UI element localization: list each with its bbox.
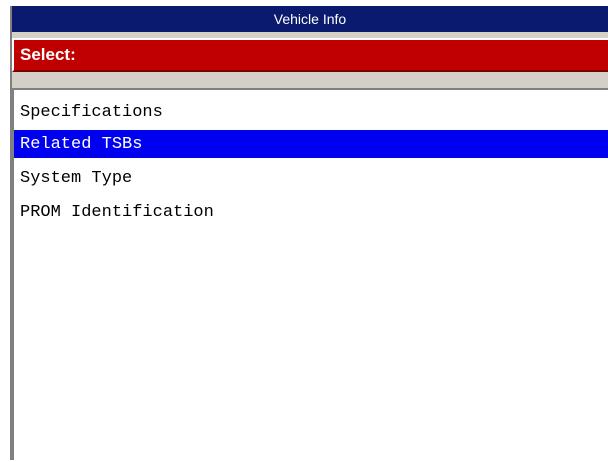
window-title: Vehicle Info (273, 11, 347, 27)
list-item-related-tsbs[interactable]: Related TSBs (14, 130, 608, 158)
options-listbox[interactable]: Specifications Related TSBs System Type … (12, 88, 608, 460)
select-label: Select: (20, 45, 76, 64)
list-item-system-type[interactable]: System Type (14, 164, 608, 192)
list-item-prom-identification[interactable]: PROM Identification (14, 198, 608, 226)
vehicle-info-window: Vehicle Info Select: Specifications Rela… (10, 6, 608, 460)
list-item-specifications[interactable]: Specifications (14, 98, 608, 126)
title-bar: Vehicle Info (12, 6, 608, 34)
select-header: Select: (12, 38, 608, 72)
